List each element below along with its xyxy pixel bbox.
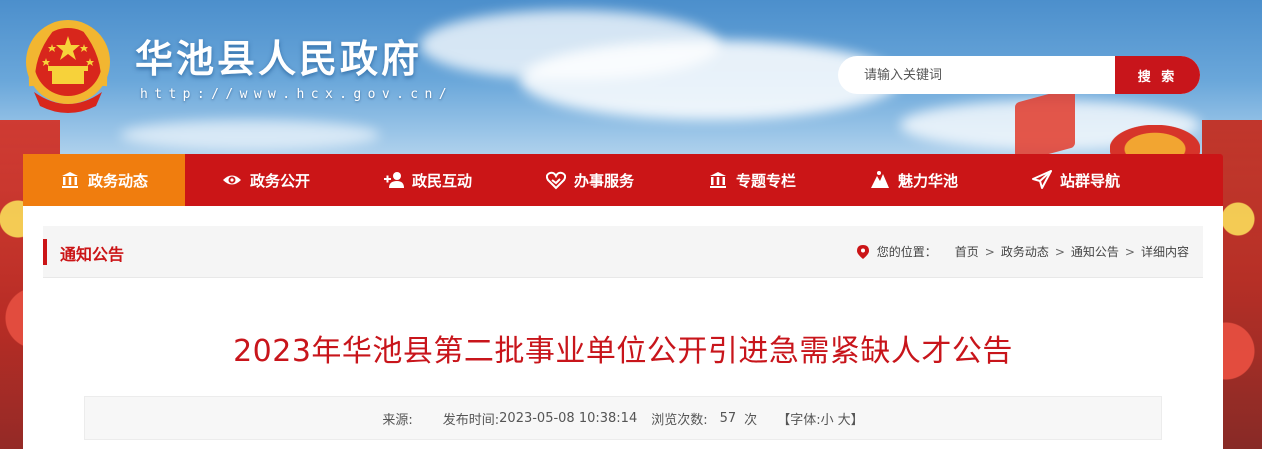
nav-item-label: 站群导航 <box>1059 171 1120 190</box>
eye-icon <box>222 175 241 185</box>
building-icon <box>61 172 78 188</box>
nav-item-services[interactable]: 办事服务 <box>509 154 671 206</box>
location-label: 您的位置： <box>876 245 937 259</box>
red-flag-decoration <box>1015 86 1075 164</box>
article-meta: 来源: 发布时间: 2023-05-08 10:38:14 浏览次数: 57 次… <box>84 396 1162 440</box>
location-pin-icon <box>856 244 869 259</box>
font-size-label: 【字体: <box>777 412 821 428</box>
search-button[interactable]: 搜 索 <box>1115 56 1200 94</box>
nav-item-interaction[interactable]: 政民互动 <box>347 154 509 206</box>
breadcrumb-home[interactable]: 首页 <box>955 243 979 260</box>
national-emblem-icon <box>22 16 114 116</box>
breadcrumb-separator: > <box>1124 244 1135 259</box>
nav-item-label: 政务动态 <box>87 171 148 190</box>
section-title: 通知公告 <box>60 245 125 264</box>
nav-item-special-topics[interactable]: 专题专栏 <box>671 154 833 206</box>
section-marker <box>43 239 47 265</box>
search-input[interactable] <box>838 56 1115 94</box>
cloud-decoration <box>120 120 380 150</box>
breadcrumb-details: 详细内容 <box>1140 245 1189 259</box>
site-title: 华池县人民政府 <box>135 37 423 81</box>
views-count: 57 <box>719 410 737 426</box>
breadcrumb-government-news[interactable]: 政务动态 <box>1001 243 1049 260</box>
nav-item-site-navigation[interactable]: 站群导航 <box>995 154 1157 206</box>
nav-item-label: 政民互动 <box>411 171 472 190</box>
nav-item-gov-disclosure[interactable]: 政务公开 <box>185 154 347 206</box>
breadcrumb-notices[interactable]: 通知公告 <box>1071 243 1119 260</box>
breadcrumb-separator: > <box>984 244 995 259</box>
content-panel: 通知公告 您的位置： 首页 > 政务动态 > 通知公告 > 详细内容 2023年… <box>23 206 1223 449</box>
search-box: 搜 索 <box>838 56 1200 94</box>
building-icon <box>709 172 726 188</box>
nav-item-government-news[interactable]: 政务动态 <box>23 154 185 206</box>
send-icon <box>1031 170 1052 189</box>
nav-item-label: 政务公开 <box>249 171 310 190</box>
publish-time: 2023-05-08 10:38:14 <box>499 410 638 426</box>
nav-item-label: 专题专栏 <box>735 171 796 190</box>
handshake-heart-icon <box>545 171 566 190</box>
section-header: 通知公告 您的位置： 首页 > 政务动态 > 通知公告 > 详细内容 <box>43 226 1203 278</box>
mountain-icon <box>870 171 889 188</box>
main-nav: 政务动态 政务公开 政民互动 办事服务 专题专栏 魅力华池 站群导航 <box>23 154 1223 206</box>
views-unit: 次 <box>744 412 758 428</box>
breadcrumb: 您的位置： 首页 > 政务动态 > 通知公告 > 详细内容 <box>856 243 1189 260</box>
article-title: 2023年华池县第二批事业单位公开引进急需紧缺人才公告 <box>233 334 1013 369</box>
nav-item-label: 魅力华池 <box>897 171 958 190</box>
add-user-icon <box>383 172 404 188</box>
font-size-large-button[interactable]: 大】 <box>838 409 864 428</box>
site-url[interactable]: http://www.hcx.gov.cn/ <box>140 87 453 102</box>
publish-time-label: 发布时间: <box>442 412 500 428</box>
views-label: 浏览次数: <box>651 412 708 428</box>
source-label: 来源: <box>382 412 413 428</box>
nav-item-charm-huachi[interactable]: 魅力华池 <box>833 154 995 206</box>
nav-item-label: 办事服务 <box>573 171 634 190</box>
font-size-small-button[interactable]: 小 <box>821 409 834 428</box>
breadcrumb-separator: > <box>1054 244 1065 259</box>
